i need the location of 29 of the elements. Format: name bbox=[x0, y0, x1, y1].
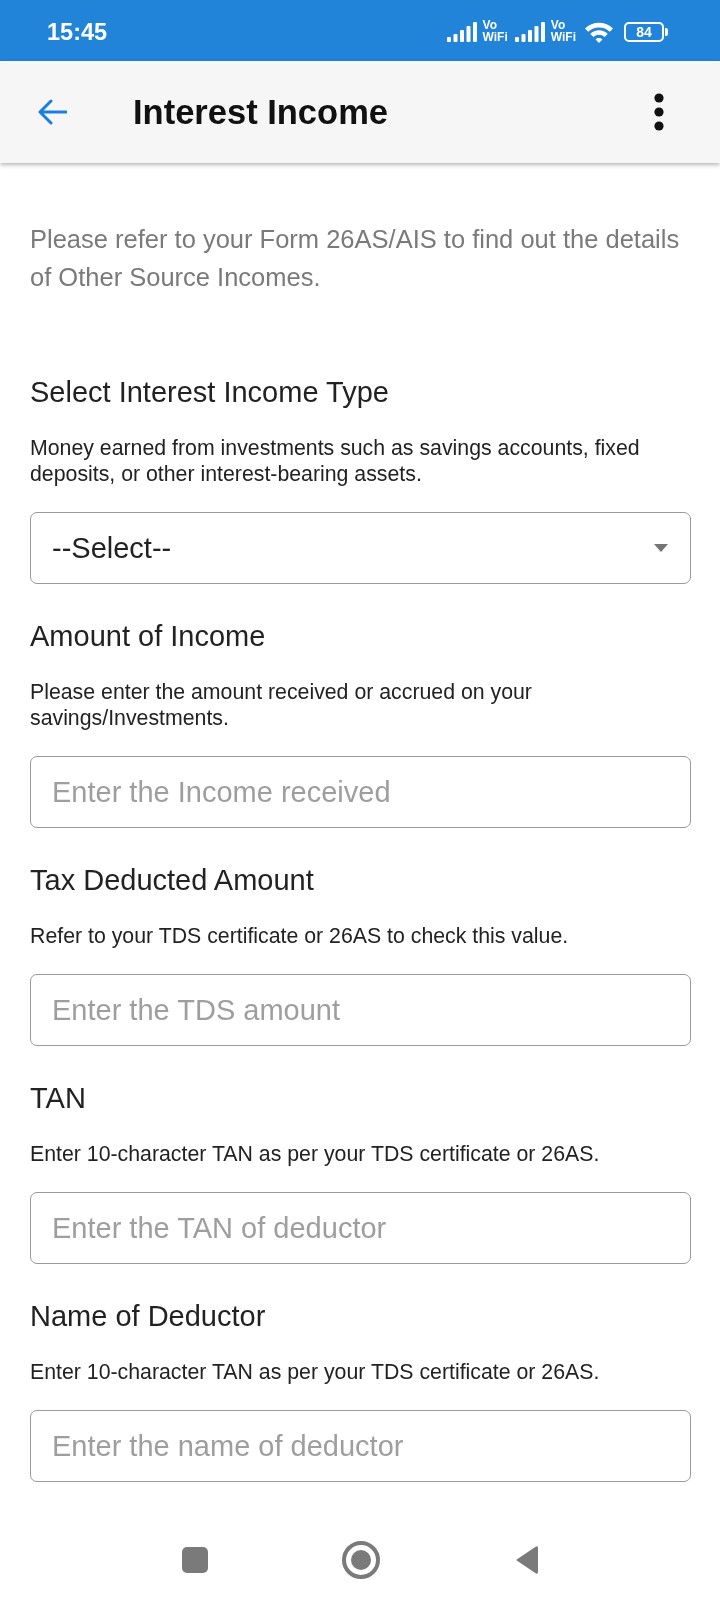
page-title: Interest Income bbox=[133, 92, 389, 133]
vowifi-label: Vo WiFi bbox=[482, 18, 508, 43]
field-hint: Money earned from investments such as savings accounts, fixed deposits, or other interest-bearing assets. bbox=[30, 435, 641, 487]
field-hint: Refer to your TDS certificate or 26AS to check this value. bbox=[30, 923, 570, 949]
caret-icon bbox=[654, 544, 668, 552]
home-icon[interactable] bbox=[341, 1540, 380, 1579]
battery-indicator: 84 bbox=[624, 21, 668, 42]
field-hint: Enter 10-character TAN as per your TDS certificate or 26AS. bbox=[30, 1141, 601, 1167]
input-field[interactable]: Enter the Income received bbox=[30, 756, 691, 828]
field-hint: Enter 10-character TAN as per your TDS certificate or 26AS. bbox=[30, 1359, 601, 1385]
signal-icon bbox=[446, 21, 478, 42]
signal-icon bbox=[514, 21, 546, 42]
square-icon[interactable] bbox=[181, 1546, 208, 1573]
field-label: Name of Deductor bbox=[30, 1299, 267, 1334]
input-field[interactable]: Enter the name of deductor bbox=[30, 1410, 691, 1482]
field-label: Tax Deducted Amount bbox=[30, 863, 315, 898]
field-hint: Please enter the amount received or accrued on your savings/Investments. bbox=[30, 679, 533, 731]
intro-text: Please refer to your Form 26AS/AIS to find out the details of Other Source Incomes. bbox=[30, 224, 681, 293]
field-label: TAN bbox=[30, 1081, 87, 1116]
field-label: Select Interest Income Type bbox=[30, 375, 390, 410]
more-options-icon[interactable] bbox=[654, 93, 664, 131]
vowifi-label: Vo WiFi bbox=[550, 18, 576, 43]
back-arrow-icon[interactable] bbox=[37, 99, 67, 125]
select-dropdown[interactable]: --Select-- bbox=[30, 512, 691, 584]
status-time: 15:45 bbox=[47, 18, 108, 45]
wifi-icon bbox=[584, 20, 614, 43]
field-label: Amount of Income bbox=[30, 619, 267, 654]
input-field[interactable]: Enter the TDS amount bbox=[30, 974, 691, 1046]
input-field[interactable]: Enter the TAN of deductor bbox=[30, 1192, 691, 1264]
